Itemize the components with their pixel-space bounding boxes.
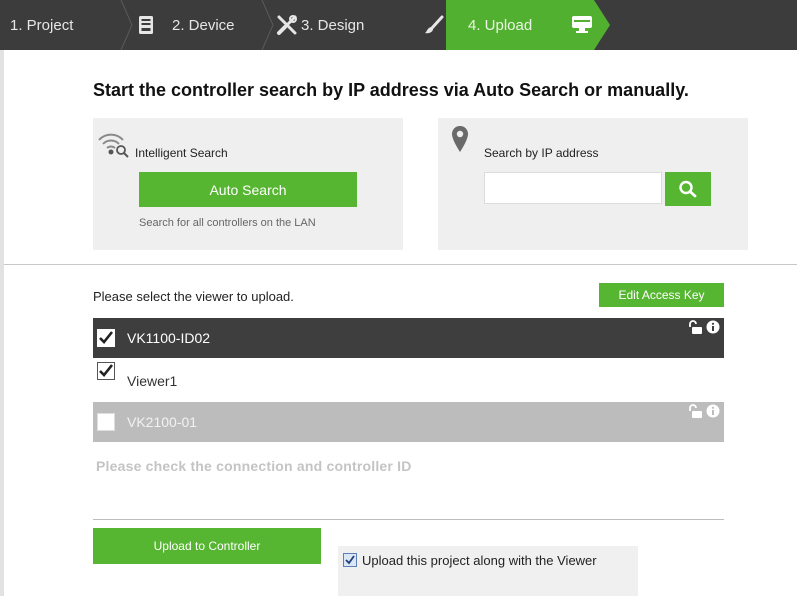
info-icon[interactable] [706, 404, 720, 418]
step-divider-icon [120, 0, 133, 50]
viewer-row[interactable]: VK1100-ID02 [93, 318, 724, 358]
viewer-name: VK2100-01 [127, 414, 198, 430]
step-label: 2. Device [172, 16, 235, 34]
ip-address-input[interactable] [484, 172, 662, 204]
upload-divider [93, 519, 724, 520]
viewer-checkbox[interactable] [97, 413, 115, 431]
brush-icon [425, 15, 444, 34]
viewer-row[interactable]: Viewer1 [93, 360, 724, 400]
checkmark-icon [345, 555, 355, 565]
auto-search-hint: Search for all controllers on the LAN [139, 217, 316, 229]
viewer-name: VK1100-ID02 [127, 330, 211, 346]
auto-search-button[interactable]: Auto Search [139, 172, 357, 207]
checkmark-icon [99, 331, 114, 344]
left-edge [0, 50, 4, 596]
info-icon[interactable] [706, 320, 720, 334]
edit-access-key-button[interactable]: Edit Access Key [599, 283, 724, 307]
step-upload[interactable]: 4. Upload [424, 0, 532, 50]
step-design[interactable]: 3. Design [276, 0, 364, 50]
connection-message: Please check the connection and controll… [96, 458, 412, 474]
viewer-row-icons [687, 404, 720, 418]
intelligent-search-title: Intelligent Search [135, 146, 228, 160]
wifi-search-icon [98, 133, 129, 158]
unlock-icon[interactable] [687, 404, 703, 418]
step-bar: 1. Project 2. Device 3. Design 4. Upload [0, 0, 797, 50]
unlock-icon[interactable] [687, 320, 703, 334]
step-label: 1. Project [10, 16, 74, 34]
location-pin-icon [452, 126, 468, 152]
viewer-checkbox[interactable] [97, 362, 115, 380]
upload-to-controller-button[interactable]: Upload to Controller [93, 528, 321, 564]
upload-monitor-icon [572, 16, 592, 33]
page-title: Start the controller search by IP addres… [93, 80, 689, 100]
device-icon [139, 16, 153, 34]
viewer-row[interactable]: VK2100-01 [93, 402, 724, 442]
step-label: 4. Upload [468, 16, 533, 34]
tools-icon [277, 15, 297, 35]
ip-search-title: Search by IP address [484, 146, 599, 160]
step-device[interactable]: 2. Device [138, 0, 235, 50]
ip-search-button[interactable] [665, 172, 711, 206]
viewer-row-icons [687, 320, 720, 334]
search-icon [679, 180, 697, 198]
upload-with-viewer-checkbox[interactable] [343, 553, 357, 567]
upload-with-viewer-label: Upload this project along with the Viewe… [362, 553, 597, 568]
active-step-arrow [594, 0, 610, 50]
step-divider-icon [261, 0, 274, 50]
section-divider [4, 264, 797, 265]
step-label: 3. Design [301, 16, 365, 34]
viewer-name: Viewer1 [127, 373, 178, 389]
checkmark-icon [99, 364, 114, 377]
step-project[interactable]: 1. Project [10, 0, 73, 50]
viewer-checkbox[interactable] [97, 329, 115, 347]
viewer-select-label: Please select the viewer to upload. [93, 289, 294, 304]
